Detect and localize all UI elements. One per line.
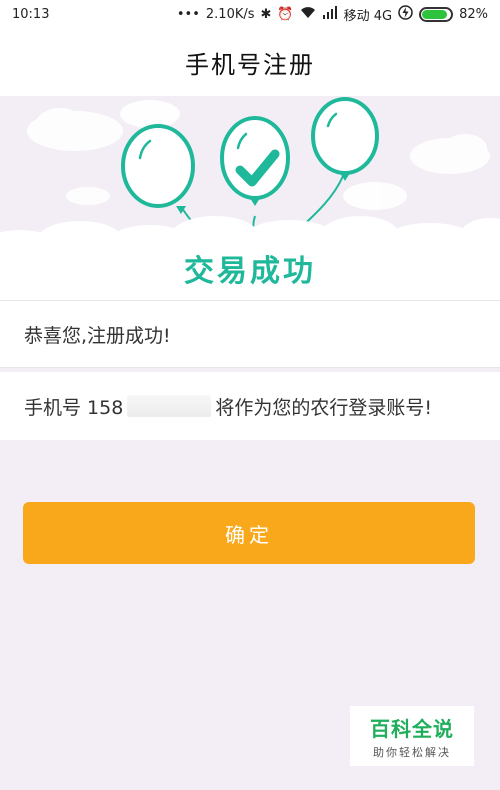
network-label: 移动 4G: [343, 8, 393, 24]
success-title: 交易成功: [184, 254, 316, 289]
wifi-icon: [300, 6, 316, 23]
masked-phone-number: [127, 395, 212, 417]
status-time: 10:13: [12, 6, 50, 22]
battery-percent: 82%: [459, 6, 488, 22]
watermark-brand: 百科全说: [370, 716, 454, 741]
page-title: 手机号注册: [0, 28, 500, 96]
watermark-slogan: 助你轻松解决: [373, 745, 451, 759]
bluetooth-icon: ✱: [260, 6, 272, 22]
phone-suffix: 将作为您的农行登录账号!: [215, 396, 432, 419]
network-speed: 2.10K/s: [205, 6, 255, 22]
battery-icon: [419, 6, 454, 22]
more-dots: •••: [176, 6, 200, 22]
status-icons: ••• 2.10K/s ✱ ⏰ 移动 4G 82%: [176, 4, 488, 24]
status-bar: 10:13 ••• 2.10K/s ✱ ⏰ 移动 4G 82%: [0, 0, 500, 28]
congrats-message: 恭喜您,注册成功!: [0, 300, 500, 368]
confirm-button[interactable]: 确定: [23, 502, 475, 564]
hd-signal-icon: [322, 5, 338, 23]
account-message: 手机号 158 将作为您的农行登录账号!: [0, 372, 500, 440]
watermark-logo: 百科全说 助你轻松解决: [350, 706, 474, 766]
alarm-icon: ⏰: [277, 6, 294, 22]
phone-prefix: 手机号 158: [24, 396, 124, 419]
success-banner: 交易成功: [0, 96, 500, 300]
congrats-text: 恭喜您,注册成功!: [24, 324, 171, 347]
charging-icon: [398, 4, 413, 24]
